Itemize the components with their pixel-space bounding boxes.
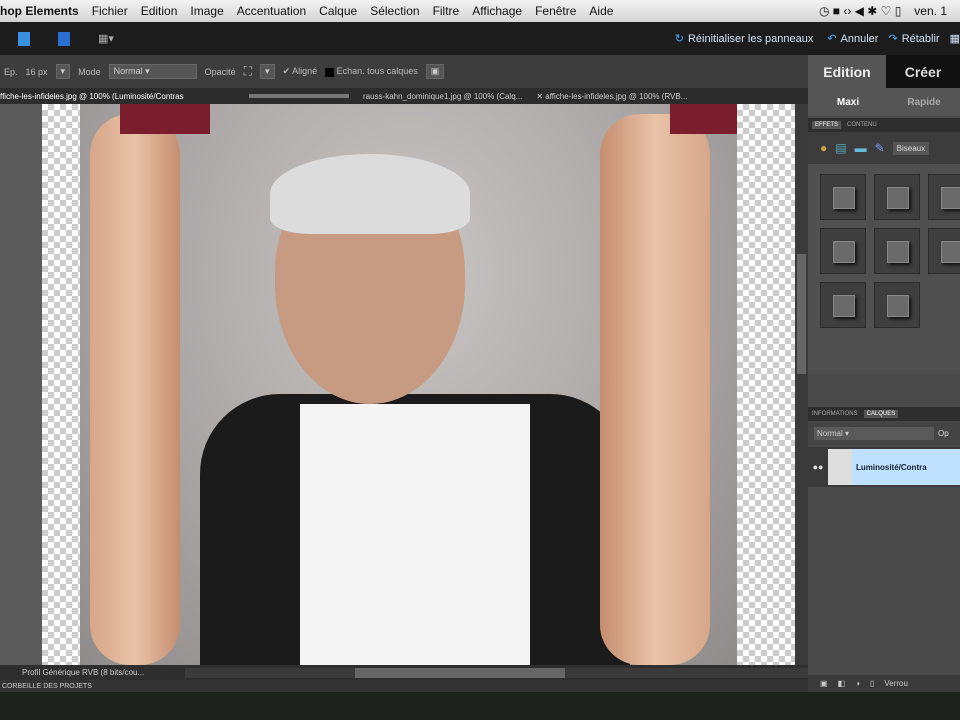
styles-icon[interactable]: ▤ <box>835 141 846 155</box>
image-shoe-left <box>120 104 210 134</box>
tab-effets[interactable]: EFFETS <box>812 121 842 129</box>
menu-selection[interactable]: Sélection <box>370 4 419 18</box>
organizer-icon[interactable] <box>18 31 30 46</box>
adjustment-layer-icon[interactable]: ◧ <box>838 679 846 688</box>
horizontal-scrollbar[interactable] <box>185 667 808 678</box>
toolbar: ▦▾ ↻ Réinitialiser les panneaux ↶ Annuler … <box>0 22 960 55</box>
tab-contenu[interactable]: CONTENU <box>847 122 877 128</box>
mode-select[interactable]: Normal ▾ <box>108 64 197 79</box>
sample-all-checkbox[interactable]: Echan. tous calques <box>325 66 418 77</box>
bevel-swatch[interactable] <box>874 282 920 328</box>
image-leg-right <box>600 114 710 665</box>
clock: ven. 1 <box>914 4 947 18</box>
new-layer-icon[interactable]: ▣ <box>820 679 828 688</box>
layer-row[interactable]: ●● Luminosité/Contra <box>808 447 960 487</box>
document-tabs: ffiche-les-infideles.jpg @ 100% (Luminos… <box>0 88 808 104</box>
document-image[interactable] <box>80 104 737 665</box>
effects-dropdown[interactable]: Biseaux <box>892 141 930 155</box>
bevel-swatch[interactable] <box>928 228 960 274</box>
image-leg-left <box>90 114 180 665</box>
brush-size-label: Ep. <box>4 66 18 77</box>
clone-dropdown[interactable]: ▾ <box>260 64 275 79</box>
clone-icon[interactable]: ⛶ <box>244 64 252 79</box>
canvas-area[interactable] <box>0 104 808 665</box>
grid-icon[interactable]: ▦ <box>950 32 960 45</box>
transparent-area-right <box>737 104 795 665</box>
bevel-swatch[interactable] <box>820 228 866 274</box>
redo-button[interactable]: ↷ Rétablir <box>888 32 939 46</box>
project-bin <box>0 692 960 720</box>
undo-button[interactable]: ↶ Annuler <box>827 32 878 46</box>
layer-name[interactable]: Luminosité/Contra <box>852 449 960 485</box>
reset-icon: ↻ <box>674 33 684 45</box>
reset-panels-button[interactable]: ↻ Réinitialiser les panneaux <box>674 32 814 46</box>
redo-icon: ↷ <box>888 33 898 45</box>
tab-edition[interactable]: Edition <box>808 55 886 88</box>
image-shirt <box>300 404 530 665</box>
mask-icon[interactable]: ◑ <box>855 679 860 688</box>
menu-fichier[interactable]: Fichier <box>92 4 128 18</box>
doc-tab-2[interactable]: rauss-kahn_dominique1.jpg @ 100% (Calq..… <box>363 92 522 101</box>
delete-layer-icon[interactable]: ▯ <box>870 679 874 688</box>
mode-label: Mode <box>78 66 101 77</box>
layer-opacity-label: Op <box>938 428 949 438</box>
undo-icon: ↶ <box>827 33 837 45</box>
tab-informations[interactable]: INFORMATIONS <box>812 411 858 417</box>
app-name: hop Elements <box>0 4 79 18</box>
right-panel: Edition Créer Maxi Rapide EFFETS CONTENU… <box>808 55 960 692</box>
status-bar: Profil Générique RVB (8 bits/cou... <box>0 665 808 680</box>
menu-edition[interactable]: Edition <box>141 4 178 18</box>
subtab-rapide[interactable]: Rapide <box>888 97 960 108</box>
document-icon[interactable] <box>58 31 70 46</box>
project-bin-bar: CORBEILLE DES PROJETS <box>0 680 808 692</box>
aligned-checkbox[interactable]: ✔ Aligné <box>283 66 318 77</box>
aligned-label: Aligné <box>292 66 318 76</box>
menu-image[interactable]: Image <box>190 4 223 18</box>
zoom-slider[interactable] <box>249 94 349 98</box>
menu-affichage[interactable]: Affichage <box>472 4 522 18</box>
menu-aide[interactable]: Aide <box>589 4 613 18</box>
bevel-swatch[interactable] <box>820 174 866 220</box>
layout-icon[interactable]: ▦▾ <box>98 32 114 45</box>
mode-value: Normal <box>113 66 143 76</box>
options-bar: Ep. 16 px ▾ Mode Normal ▾ Opacité ⛶ ▾ ✔ … <box>0 55 808 88</box>
menu-accentuation[interactable]: Accentuation <box>237 4 306 18</box>
menu-calque[interactable]: Calque <box>319 4 357 18</box>
sample-all-label: Echan. tous calques <box>336 66 418 77</box>
transparent-area-left <box>42 104 80 665</box>
doc-tab-active[interactable]: ffiche-les-infideles.jpg @ 100% (Luminos… <box>0 92 235 101</box>
layer-thumbnail <box>828 449 852 485</box>
opacity-label: Opacité <box>204 66 236 77</box>
status-icons: ◷ ■ ‹› ◀ ✱ ♡ ▯ <box>818 4 902 18</box>
effects-grid <box>808 164 960 374</box>
menu-fenetre[interactable]: Fenêtre <box>535 4 576 18</box>
bevel-swatch[interactable] <box>820 282 866 328</box>
bevel-swatch[interactable] <box>928 174 960 220</box>
tab-calques[interactable]: CALQUES <box>863 410 899 418</box>
filters-icon[interactable]: ● <box>820 141 827 155</box>
project-bin-label[interactable]: CORBEILLE DES PROJETS <box>0 683 92 690</box>
menu-bar: hop Elements Fichier Edition Image Accen… <box>0 0 960 22</box>
overlay-button[interactable]: ▣ <box>425 64 445 79</box>
bevel-swatch[interactable] <box>874 174 920 220</box>
photo-effects-icon[interactable]: ▬ <box>855 141 867 155</box>
color-profile: Profil Générique RVB (8 bits/cou... <box>22 668 145 677</box>
doc-tab-3[interactable]: ✕ affiche-les-infideles.jpg @ 100% (RVB.… <box>536 92 687 101</box>
blend-mode-select[interactable]: Normal ▾ <box>814 426 934 440</box>
all-effects-icon[interactable]: ✎ <box>875 141 885 155</box>
visibility-eye-icon[interactable]: ●● <box>808 462 828 472</box>
brush-size-dropdown[interactable]: ▾ <box>55 64 71 79</box>
lock-label: Verrou <box>884 679 908 688</box>
subtab-maxi[interactable]: Maxi <box>808 97 888 108</box>
brush-size-value[interactable]: 16 px <box>26 67 48 77</box>
blend-mode-value: Normal <box>817 428 843 438</box>
image-hair <box>270 154 470 234</box>
vertical-scrollbar[interactable] <box>795 104 808 665</box>
image-shoe-right <box>670 104 737 134</box>
tab-creer[interactable]: Créer <box>886 55 960 88</box>
menu-filtre[interactable]: Filtre <box>433 4 460 18</box>
bevel-swatch[interactable] <box>874 228 920 274</box>
